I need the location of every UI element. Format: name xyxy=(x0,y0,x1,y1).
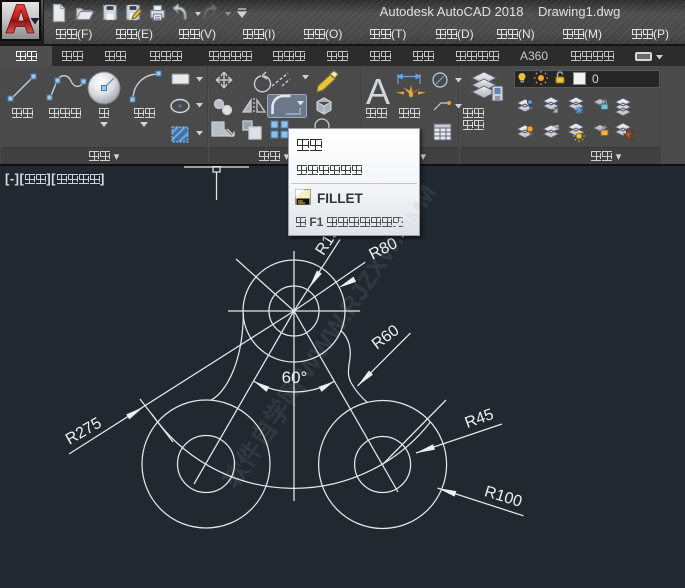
svg-text:R60: R60 xyxy=(369,322,403,353)
svg-text:R275: R275 xyxy=(63,415,105,449)
svg-text:A: A xyxy=(366,71,390,112)
svg-text:0: 0 xyxy=(592,72,599,86)
svg-text:R100: R100 xyxy=(482,483,524,510)
